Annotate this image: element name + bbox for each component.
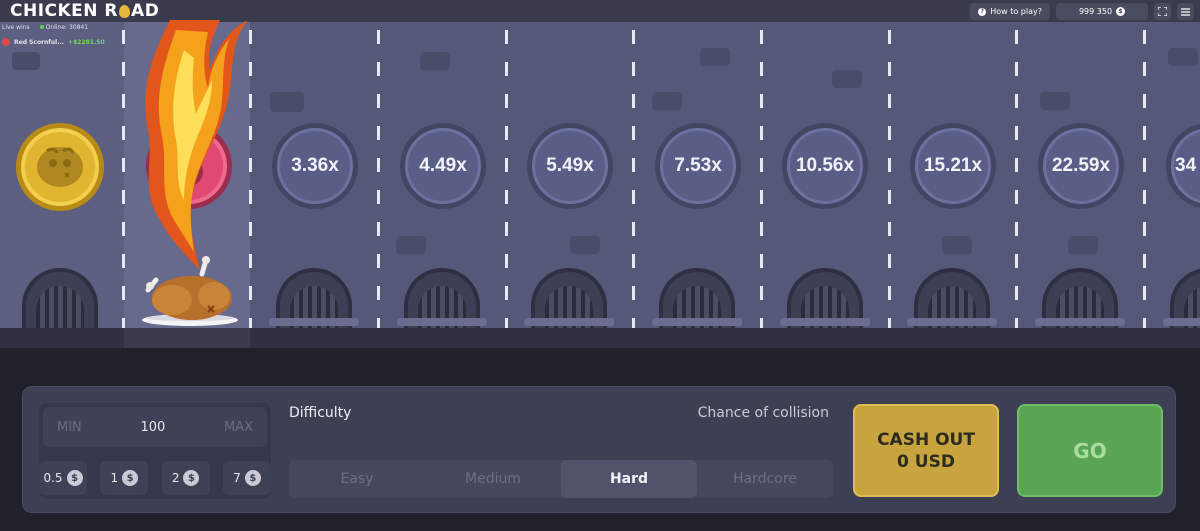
fire-blast-icon xyxy=(145,20,248,270)
multiplier-coin: 5.49x xyxy=(527,123,613,209)
multiplier-coin: 15.21x xyxy=(910,123,996,209)
wall-brick xyxy=(1068,236,1098,254)
dollar-icon: $ xyxy=(122,470,139,486)
max-bet-button[interactable]: MAX xyxy=(224,420,253,435)
chicken-coin-icon xyxy=(16,123,104,211)
avatar xyxy=(2,38,10,46)
lane-divider xyxy=(1015,30,1018,330)
lane-divider xyxy=(377,30,380,330)
online-count: Online: 30841 xyxy=(39,24,88,31)
dollar-icon: $ xyxy=(244,470,261,486)
balance-display: 999 350 $ xyxy=(1056,3,1148,20)
bet-amount-input[interactable]: 100 xyxy=(140,420,165,435)
multiplier-coin: 34 xyxy=(1166,123,1200,209)
online-dot-icon xyxy=(39,25,44,29)
chance-of-collision-label: Chance of collision xyxy=(697,405,829,421)
difficulty-easy[interactable]: Easy xyxy=(289,460,425,498)
wall-brick xyxy=(700,48,730,66)
question-icon: ? xyxy=(978,7,987,16)
live-wins-feed: Live wins Online: 30841 Red Scornful... … xyxy=(2,24,105,46)
lane-divider xyxy=(760,30,763,330)
multiplier-coin: 10.56x xyxy=(782,123,868,209)
wall-brick xyxy=(570,236,600,254)
wall-brick xyxy=(396,236,426,254)
multiplier-coin: 3.36x xyxy=(272,123,358,209)
wall-brick xyxy=(1168,48,1198,66)
wall-brick xyxy=(1040,92,1070,110)
lane-divider xyxy=(632,30,635,330)
multiplier-coin: 4.49x xyxy=(400,123,486,209)
road-edge xyxy=(0,328,1200,348)
cash-out-button[interactable]: CASH OUT 0 USD xyxy=(853,404,999,497)
difficulty-label: Difficulty xyxy=(289,405,352,421)
lane-divider xyxy=(249,30,252,330)
bet-controls: MIN 100 MAX 0.5 $ 1 $ 2 $ 7 $ xyxy=(39,403,271,499)
logo: CHICKEN R AD xyxy=(10,1,160,21)
wall-brick xyxy=(832,70,862,88)
lane-divider xyxy=(1143,30,1146,330)
vent-base xyxy=(1035,318,1125,326)
difficulty-hard[interactable]: Hard xyxy=(561,460,697,498)
wall-brick xyxy=(420,52,450,70)
bet-chip[interactable]: 2 $ xyxy=(161,461,210,495)
fullscreen-icon[interactable] xyxy=(1154,3,1171,20)
dollar-icon: $ xyxy=(183,470,200,486)
vent-base xyxy=(907,318,997,326)
dollar-coin-icon: $ xyxy=(1116,7,1126,16)
wall-brick xyxy=(942,236,972,254)
dollar-icon: $ xyxy=(66,470,83,486)
vent-base xyxy=(652,318,742,326)
vent-base xyxy=(524,318,614,326)
difficulty-selector: Easy Medium Hard Hardcore xyxy=(289,460,833,498)
live-win-entry: Red Scornful... +$2281.50 xyxy=(2,38,105,46)
min-bet-button[interactable]: MIN xyxy=(57,420,82,435)
vent-base xyxy=(397,318,487,326)
menu-icon[interactable] xyxy=(1177,3,1194,20)
difficulty-hardcore[interactable]: Hardcore xyxy=(697,460,833,498)
game-screen: CHICKEN R AD ? How to play? 999 350 $ 3.… xyxy=(0,0,1200,531)
bet-chip[interactable]: 7 $ xyxy=(222,461,271,495)
roast-chicken-icon xyxy=(142,256,238,326)
go-button[interactable]: GO xyxy=(1017,404,1163,497)
bet-chip[interactable]: 0.5 $ xyxy=(39,461,87,495)
road-segment xyxy=(124,328,250,348)
lane-divider xyxy=(505,30,508,330)
bet-chip[interactable]: 1 $ xyxy=(100,461,149,495)
wall-brick xyxy=(270,92,304,112)
multiplier-coin: 22.59x xyxy=(1038,123,1124,209)
multiplier-coin: 7.53x xyxy=(655,123,741,209)
vent-base xyxy=(780,318,870,326)
control-panel: MIN 100 MAX 0.5 $ 1 $ 2 $ 7 $ Difficulty Cha… xyxy=(22,386,1176,513)
lane-divider xyxy=(122,30,125,330)
lane-divider xyxy=(888,30,891,330)
egg-icon xyxy=(119,4,131,18)
bet-amount-row: MIN 100 MAX xyxy=(43,407,267,447)
difficulty-medium[interactable]: Medium xyxy=(425,460,561,498)
how-to-play-button[interactable]: ? How to play? xyxy=(970,3,1050,20)
wall-brick xyxy=(12,52,40,70)
game-board: 3.36x 4.49x 5.49x 7.53x 10.56x 15.21x 22… xyxy=(0,20,1200,330)
top-bar: CHICKEN R AD ? How to play? 999 350 $ xyxy=(0,0,1200,22)
vent-base xyxy=(269,318,359,326)
wall-brick xyxy=(652,92,682,110)
vent-base xyxy=(1163,318,1200,326)
